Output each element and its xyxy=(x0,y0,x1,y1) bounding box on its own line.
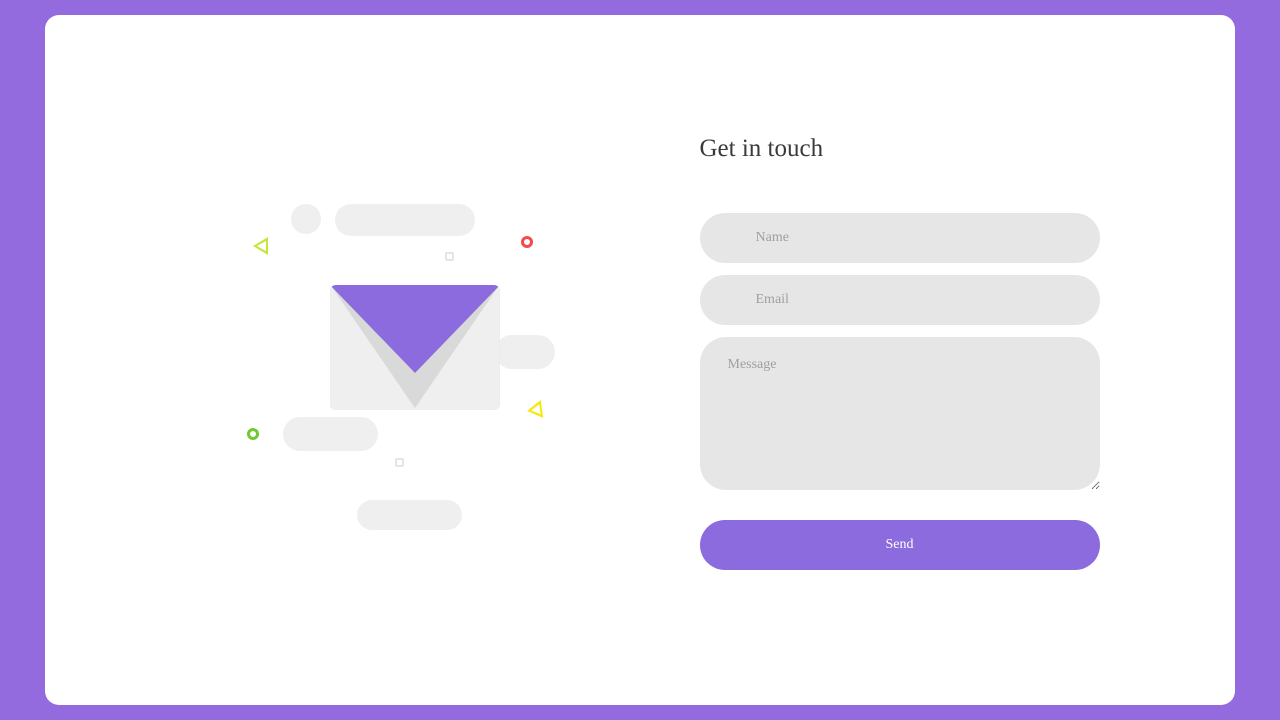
name-input[interactable] xyxy=(700,213,1100,263)
deco-square-icon xyxy=(445,252,454,261)
illustration-panel xyxy=(45,15,700,705)
deco-square-icon xyxy=(395,458,404,467)
envelope-flap xyxy=(330,285,500,373)
form-panel: Get in touch Send xyxy=(700,15,1236,705)
deco-ring-red-icon xyxy=(521,236,533,248)
deco-triangle-lime-icon xyxy=(253,237,268,255)
deco-blob xyxy=(335,204,475,236)
message-textarea[interactable] xyxy=(700,337,1100,490)
deco-blob xyxy=(283,417,378,451)
envelope-illustration xyxy=(195,195,595,555)
form-title: Get in touch xyxy=(700,135,1146,163)
deco-triangle-yellow-icon xyxy=(526,400,543,420)
deco-ring-green-icon xyxy=(247,428,259,440)
deco-blob xyxy=(495,335,555,369)
deco-blob xyxy=(291,204,321,234)
contact-card: Get in touch Send xyxy=(45,15,1235,705)
deco-blob xyxy=(357,500,462,530)
send-button[interactable]: Send xyxy=(700,520,1100,570)
envelope-icon xyxy=(330,285,500,410)
email-input[interactable] xyxy=(700,275,1100,325)
